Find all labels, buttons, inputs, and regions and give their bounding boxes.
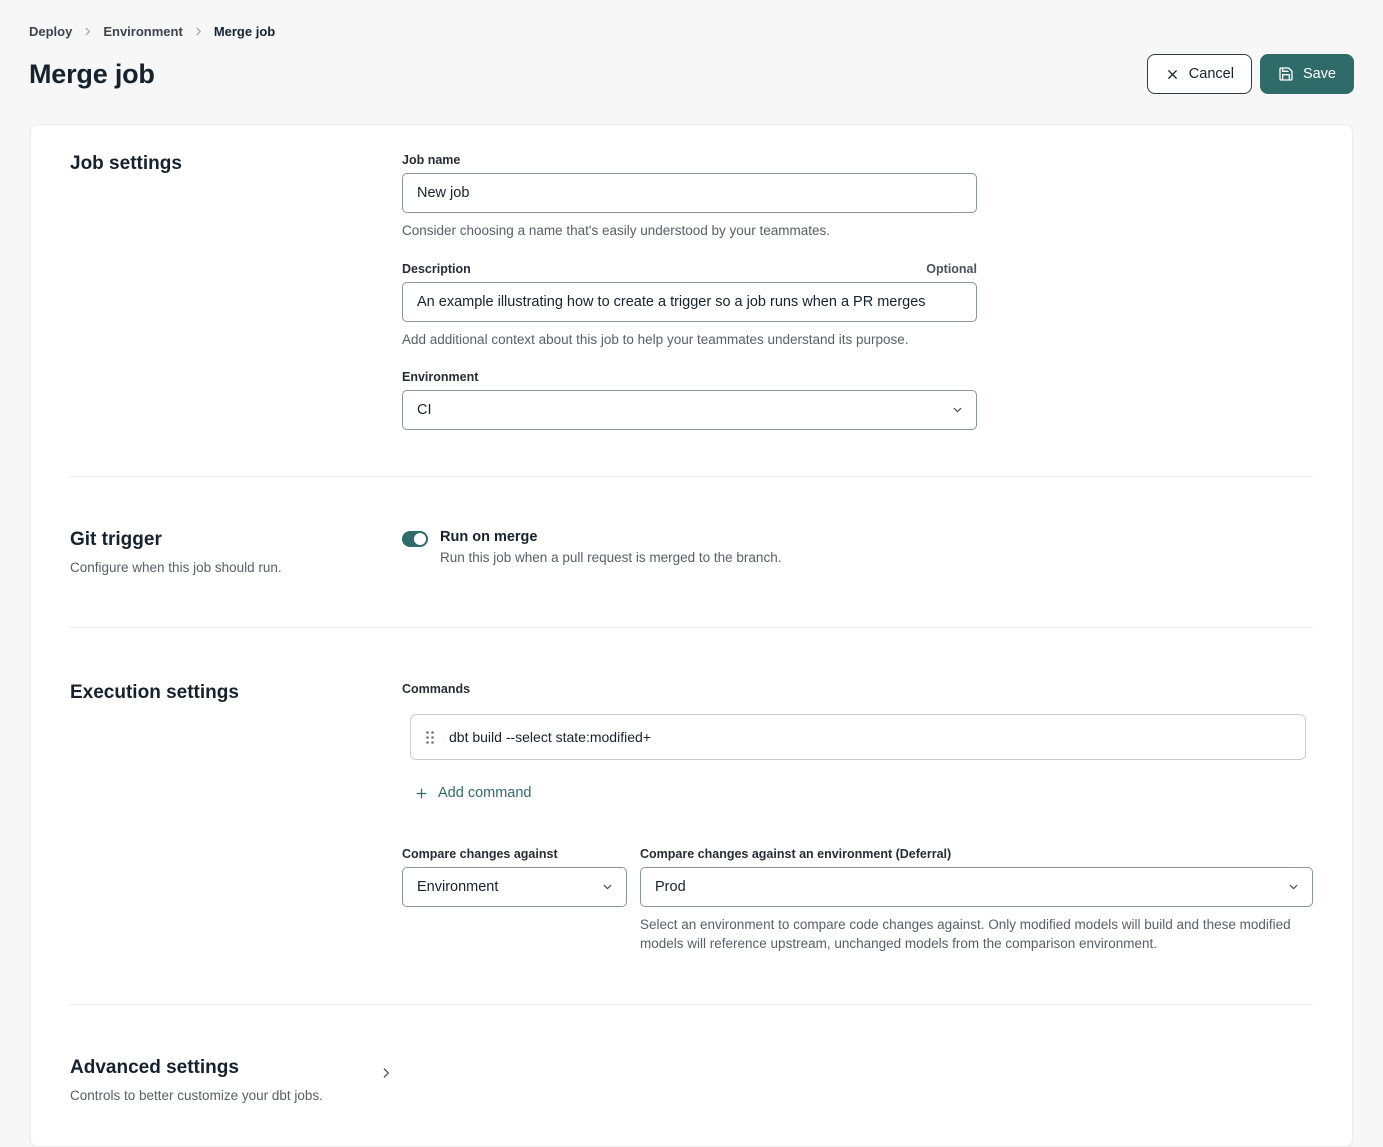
breadcrumb-deploy[interactable]: Deploy [29,24,72,39]
deferral-label: Compare changes against an environment (… [640,847,1313,861]
page-header: Deploy Environment Merge job Merge job C… [0,0,1383,94]
add-command-label: Add command [438,785,532,801]
save-icon [1278,66,1294,82]
description-helper: Add additional context about this job to… [402,330,977,350]
chevron-right-icon [82,26,93,37]
section-execution-settings-form: Commands dbt build --select state:modifi… [402,682,1313,954]
environment-label: Environment [402,370,977,384]
job-name-helper: Consider choosing a name that's easily u… [402,221,977,241]
chevron-right-icon[interactable] [379,1066,393,1103]
execution-settings-heading: Execution settings [70,682,402,704]
chevron-down-icon [951,404,964,417]
section-job-settings-form: Job name Consider choosing a name that's… [402,153,1313,430]
section-advanced-settings-right [402,1057,1313,1103]
environment-select[interactable]: CI [402,390,977,430]
section-execution-settings: Execution settings Commands dbt build --… [70,627,1313,1004]
environment-select-value: CI [417,402,432,418]
close-icon [1165,67,1180,82]
job-settings-heading: Job settings [70,153,402,175]
compare-against-label: Compare changes against [402,847,627,861]
page-title: Merge job [29,59,155,90]
breadcrumb-environment[interactable]: Environment [103,24,182,39]
advanced-settings-heading: Advanced settings [70,1057,323,1079]
run-on-merge-description: Run this job when a pull request is merg… [440,550,781,565]
description-input[interactable] [402,282,977,322]
job-name-field-group: Job name Consider choosing a name that's… [402,153,977,241]
advanced-settings-subtitle: Controls to better customize your dbt jo… [70,1088,323,1103]
chevron-right-icon [193,26,204,37]
section-execution-settings-left: Execution settings [70,682,402,954]
environment-field-group: Environment CI [402,370,977,430]
run-on-merge-toggle[interactable] [402,531,428,547]
job-settings-card: Job settings Job name Consider choosing … [30,124,1353,1147]
job-name-input[interactable] [402,173,977,213]
toggle-knob [414,533,426,545]
chevron-down-icon [601,880,614,893]
drag-handle-icon[interactable] [425,730,435,745]
section-advanced-settings-left: Advanced settings Controls to better cus… [70,1057,402,1103]
section-advanced-settings: Advanced settings Controls to better cus… [70,1004,1313,1146]
git-trigger-subtitle: Configure when this job should run. [70,560,402,575]
compare-against-value: Environment [417,879,498,895]
run-on-merge-label: Run on merge [440,529,781,545]
add-command-button[interactable]: Add command [414,785,532,801]
cancel-button-label: Cancel [1189,66,1234,82]
breadcrumb: Deploy Environment Merge job [29,24,1354,39]
run-on-merge-text: Run on merge Run this job when a pull re… [440,529,781,565]
merge-job-page: Deploy Environment Merge job Merge job C… [0,0,1383,1132]
section-git-trigger-left: Git trigger Configure when this job shou… [70,529,402,575]
section-git-trigger-form: Run on merge Run this job when a pull re… [402,529,1313,575]
section-git-trigger: Git trigger Configure when this job shou… [70,476,1313,627]
title-row: Merge job Cancel Save [29,54,1354,94]
compare-against-group: Compare changes against Environment [402,847,627,954]
save-button-label: Save [1303,66,1336,82]
header-actions: Cancel Save [1147,54,1354,94]
git-trigger-heading: Git trigger [70,529,402,551]
section-job-settings: Job settings Job name Consider choosing … [70,125,1313,476]
plus-icon [414,786,429,801]
advanced-settings-text: Advanced settings Controls to better cus… [70,1057,323,1103]
cancel-button[interactable]: Cancel [1147,54,1252,94]
compare-row: Compare changes against Environment Comp… [402,847,1313,954]
run-on-merge-row: Run on merge Run this job when a pull re… [402,529,1313,565]
optional-tag: Optional [926,262,977,276]
breadcrumb-merge-job: Merge job [214,24,275,39]
description-label: Description [402,262,471,276]
compare-against-select[interactable]: Environment [402,867,627,907]
deferral-select[interactable]: Prod [640,867,1313,907]
description-label-row: Description Optional [402,262,977,282]
job-name-label: Job name [402,153,977,167]
deferral-value: Prod [655,879,686,895]
deferral-group: Compare changes against an environment (… [640,847,1313,954]
commands-label: Commands [402,682,1313,696]
command-row[interactable]: dbt build --select state:modified+ [410,714,1306,760]
description-field-group: Description Optional Add additional cont… [402,262,977,350]
section-job-settings-left: Job settings [70,153,402,430]
chevron-down-icon [1287,880,1300,893]
save-button[interactable]: Save [1260,54,1354,94]
deferral-helper: Select an environment to compare code ch… [640,915,1300,954]
command-text: dbt build --select state:modified+ [449,729,651,745]
